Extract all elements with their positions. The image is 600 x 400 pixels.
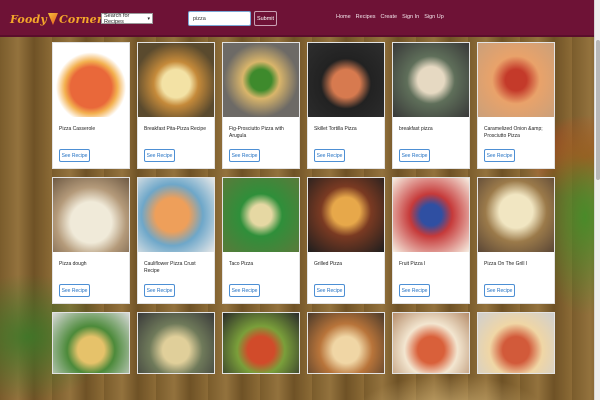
see-recipe-button[interactable]: See Recipe [484, 149, 515, 162]
recipe-title: Grilled Pizza [314, 261, 343, 267]
recipe-image[interactable] [478, 313, 554, 373]
see-recipe-button[interactable]: See Recipe [399, 284, 430, 297]
nav-create[interactable]: Create [381, 14, 398, 20]
scrollbar-thumb[interactable] [596, 40, 600, 180]
brand-name-part1: Foody [10, 12, 47, 26]
nav-sign-up[interactable]: Sign Up [424, 14, 444, 20]
recipe-card: Skillet Tortilla Pizza See Recipe [307, 42, 385, 169]
submit-button[interactable]: Submit [254, 11, 277, 26]
recipe-image[interactable] [393, 178, 469, 252]
recipe-image[interactable] [478, 43, 554, 117]
recipe-card: breakfast pizza See Recipe [392, 42, 470, 169]
recipe-image[interactable] [393, 313, 469, 373]
recipe-title: breakfast pizza [399, 126, 433, 132]
recipe-image[interactable] [138, 43, 214, 117]
recipe-image[interactable] [478, 178, 554, 252]
recipe-title: Fruit Pizza I [399, 261, 426, 267]
nav-links: Home Recipes Create Sign In Sign Up [336, 14, 444, 20]
pizza-slice-icon [47, 13, 58, 25]
recipe-image[interactable] [223, 313, 299, 373]
recipe-title: Pizza On The Grill I [484, 261, 528, 267]
recipe-card: Pizza On The Grill I See Recipe [477, 177, 555, 304]
recipe-image[interactable] [308, 43, 384, 117]
recipe-card [52, 312, 130, 374]
recipe-card: Cauliflower Pizza Crust Recipe See Recip… [137, 177, 215, 304]
recipe-title: Taco Pizza [229, 261, 254, 267]
recipe-title: Pizza Casserole [59, 126, 96, 132]
recipe-card: Taco Pizza See Recipe [222, 177, 300, 304]
recipe-card: Breakfast Pita-Pizza Recipe See Recipe [137, 42, 215, 169]
nav-sign-in[interactable]: Sign In [402, 14, 419, 20]
recipe-card [137, 312, 215, 374]
recipe-card: Grilled Pizza See Recipe [307, 177, 385, 304]
brand-logo[interactable]: Foody Corner [10, 11, 103, 27]
see-recipe-button[interactable]: See Recipe [59, 149, 90, 162]
recipe-image[interactable] [138, 178, 214, 252]
recipe-title: Breakfast Pita-Pizza Recipe [144, 126, 206, 132]
recipe-image[interactable] [308, 313, 384, 373]
see-recipe-button[interactable]: See Recipe [399, 149, 430, 162]
search-type-value: Search for Recipes [104, 12, 130, 25]
recipe-title: Fig-Prosciutto Pizza with Arugula [229, 126, 284, 139]
recipe-image[interactable] [53, 178, 129, 252]
see-recipe-button[interactable]: See Recipe [229, 149, 260, 162]
see-recipe-button[interactable]: See Recipe [314, 149, 345, 162]
see-recipe-button[interactable]: See Recipe [229, 284, 260, 297]
see-recipe-button[interactable]: See Recipe [144, 284, 175, 297]
recipe-grid: Pizza Casserole See Recipe Breakfast Pit… [52, 42, 555, 374]
page-scrollbar[interactable] [594, 0, 600, 400]
recipe-image[interactable] [393, 43, 469, 117]
recipe-card [307, 312, 385, 374]
recipe-card [392, 312, 470, 374]
see-recipe-button[interactable]: See Recipe [314, 284, 345, 297]
recipe-title: Cauliflower Pizza Crust Recipe [144, 261, 196, 274]
brand-name-part2: Corner [58, 12, 103, 26]
recipe-title: Pizza dough [59, 261, 87, 267]
see-recipe-button[interactable]: See Recipe [484, 284, 515, 297]
see-recipe-button[interactable]: See Recipe [144, 149, 175, 162]
recipe-card: Pizza Casserole See Recipe [52, 42, 130, 169]
recipe-card [477, 312, 555, 374]
recipe-image[interactable] [53, 313, 129, 373]
nav-recipes[interactable]: Recipes [356, 14, 376, 20]
recipe-card: Fruit Pizza I See Recipe [392, 177, 470, 304]
recipe-image[interactable] [223, 178, 299, 252]
search-input[interactable]: pizza [188, 11, 251, 26]
recipe-image[interactable] [138, 313, 214, 373]
recipe-title: Caramelized Onion &amp; Prosciutto Pizza [484, 126, 543, 139]
nav-home[interactable]: Home [336, 14, 351, 20]
top-navbar: Foody Corner Search for Recipes ▾ pizza … [0, 0, 594, 37]
chevron-down-icon: ▾ [147, 15, 150, 22]
recipe-image[interactable] [53, 43, 129, 117]
recipe-title: Skillet Tortilla Pizza [314, 126, 357, 132]
recipe-card: Pizza dough See Recipe [52, 177, 130, 304]
recipe-card: Fig-Prosciutto Pizza with Arugula See Re… [222, 42, 300, 169]
recipe-image[interactable] [308, 178, 384, 252]
search-query-text: pizza [193, 15, 206, 22]
see-recipe-button[interactable]: See Recipe [59, 284, 90, 297]
recipe-image[interactable] [223, 43, 299, 117]
search-type-select[interactable]: Search for Recipes ▾ [101, 12, 153, 25]
recipe-card: Caramelized Onion &amp; Prosciutto Pizza… [477, 42, 555, 169]
recipe-card [222, 312, 300, 374]
